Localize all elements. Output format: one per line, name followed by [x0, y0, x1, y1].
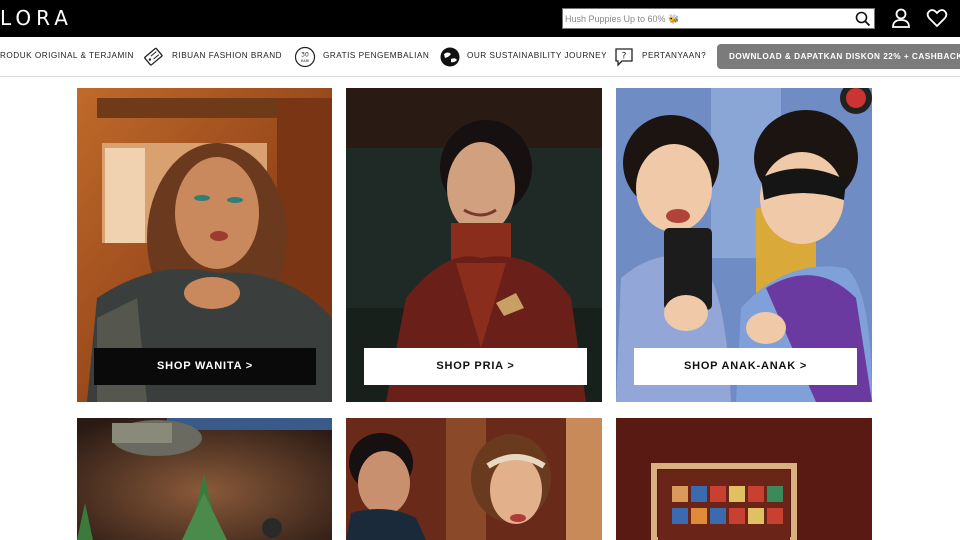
- couple-photo: [346, 418, 602, 540]
- category-tile-couple[interactable]: [346, 418, 602, 540]
- shop-wanita-button[interactable]: SHOP WANITA >: [94, 348, 316, 385]
- download-app-button[interactable]: DOWNLOAD & DAPATKAN DISKON 22% + CASHBAC…: [717, 44, 960, 69]
- question-icon: ?: [615, 48, 633, 67]
- svg-text:30: 30: [301, 52, 309, 59]
- site-logo[interactable]: LORA: [0, 7, 73, 29]
- 30-days-icon: 30 HARI: [294, 46, 316, 68]
- user-icon[interactable]: [890, 7, 912, 29]
- svg-text:?: ?: [622, 52, 627, 62]
- top-navigation-bar: LORA WANITA PRIA LUXURY ANAK HEALTH & BE…: [0, 0, 960, 37]
- heart-icon[interactable]: [926, 7, 948, 29]
- nav-item-health-beauty[interactable]: HEALTH & BEAUTY: [221, 0, 366, 17]
- category-tile-pria[interactable]: SHOP PRIA >: [346, 88, 602, 402]
- category-tile-wanita[interactable]: SHOP WANITA >: [77, 88, 332, 402]
- usp-sustainability-label[interactable]: OUR SUSTAINABILITY JOURNEY: [467, 51, 607, 60]
- category-tile-home[interactable]: [77, 418, 332, 540]
- nav-item-home-lifestyle[interactable]: HOME & LIFESTYLE: [371, 0, 523, 17]
- toys-photo: [616, 418, 872, 540]
- nav-item-anak[interactable]: ANAK: [173, 0, 217, 17]
- category-tile-anak[interactable]: SHOP ANAK-ANAK >: [616, 88, 872, 402]
- nav-item-luxury[interactable]: LUXURY: [105, 0, 169, 17]
- home-photo: [77, 418, 332, 540]
- usp-questions-label[interactable]: PERTANYAAN?: [642, 51, 706, 60]
- svg-text:HARI: HARI: [301, 59, 310, 63]
- category-tile-toys[interactable]: [616, 418, 872, 540]
- tag-icon: [144, 47, 163, 66]
- shop-pria-button[interactable]: SHOP PRIA >: [364, 348, 587, 385]
- usp-original-label: RODUK ORIGINAL & TERJAMIN: [0, 51, 134, 60]
- search-input[interactable]: [565, 11, 845, 26]
- usp-free-return-label: GRATIS PENGEMBALIAN: [323, 51, 430, 60]
- shop-anak-button[interactable]: SHOP ANAK-ANAK >: [634, 348, 857, 385]
- globe-icon: [440, 47, 460, 67]
- usp-fashion-brand-label: RIBUAN FASHION BRAND: [172, 51, 283, 60]
- search-icon[interactable]: [855, 11, 871, 27]
- search-box: [562, 8, 875, 29]
